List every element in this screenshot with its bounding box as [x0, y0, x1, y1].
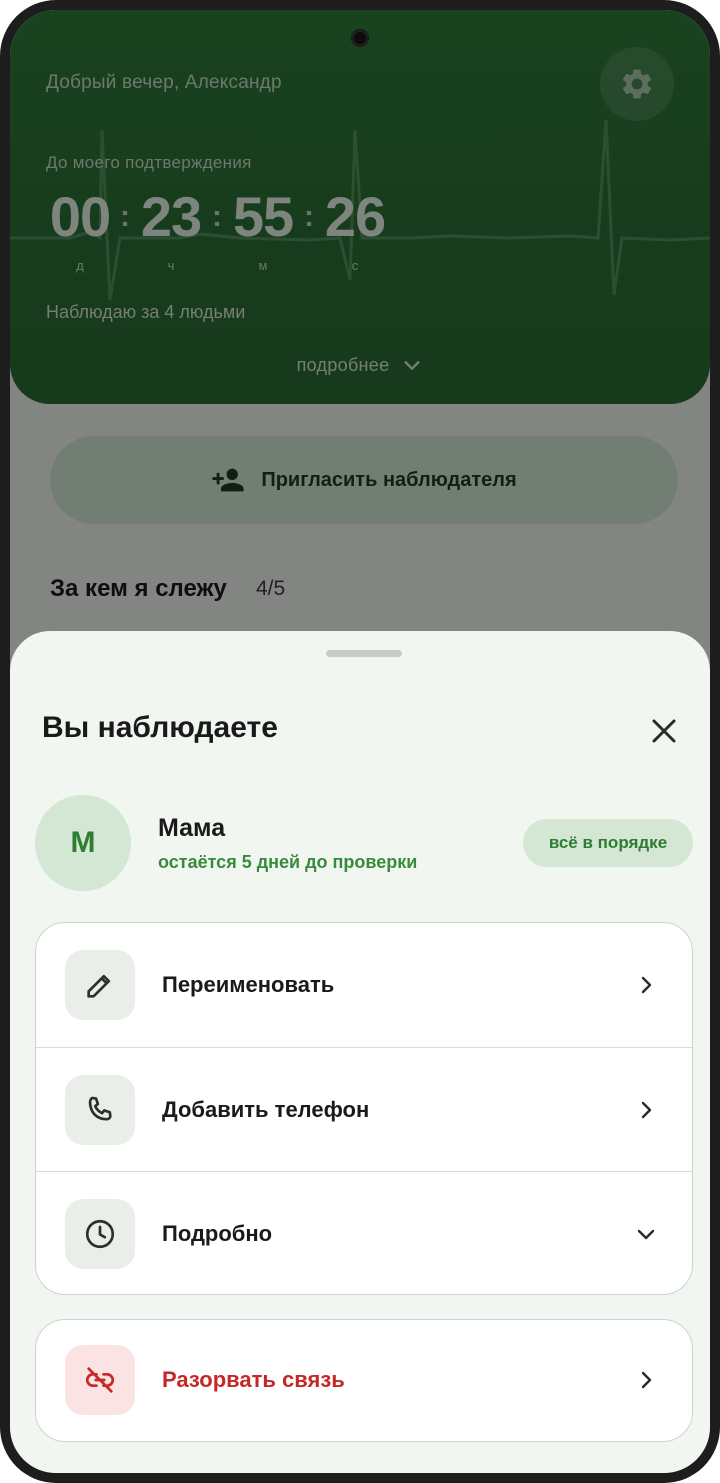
unlink-action[interactable]: Разорвать связь — [36, 1320, 692, 1440]
avatar: М — [35, 795, 131, 891]
sheet-title: Вы наблюдаете — [42, 711, 278, 744]
check-countdown-text: остаётся 5 дней до проверки — [158, 852, 418, 872]
front-camera — [351, 29, 369, 47]
bottom-sheet: Вы наблюдаете М Мама остаётся 5 дней до … — [10, 631, 710, 1473]
chevron-right-icon — [641, 1101, 652, 1118]
phone-icon — [88, 1096, 112, 1121]
add-phone-icon-tile — [65, 1074, 135, 1145]
person-name: Мама — [158, 814, 226, 842]
chevron-right-icon — [641, 1371, 652, 1389]
rename-icon-tile — [65, 950, 135, 1020]
status-badge-label: всё в порядке — [548, 833, 668, 852]
add-phone-action[interactable]: Добавить телефон — [36, 1047, 692, 1171]
close-button[interactable] — [644, 711, 684, 751]
close-icon — [652, 719, 676, 743]
rename-label: Переименовать — [162, 972, 335, 997]
pencil-icon — [87, 974, 111, 998]
unlink-label: Разорвать связь — [162, 1367, 345, 1392]
rename-action[interactable]: Переименовать — [36, 923, 692, 1047]
details-action[interactable]: Подробно — [36, 1171, 692, 1294]
avatar-initial: М — [70, 826, 96, 859]
chevron-down-icon — [637, 1229, 655, 1239]
actions-card: Переименовать Добавить телефон Подробно — [35, 922, 693, 1295]
status-badge: всё в порядке — [523, 819, 693, 867]
clock-icon — [85, 1219, 115, 1248]
chevron-right-icon — [641, 976, 652, 994]
details-label: Подробно — [162, 1220, 273, 1246]
add-phone-label: Добавить телефон — [162, 1096, 370, 1122]
link-off-icon — [85, 1367, 115, 1393]
danger-card: Разорвать связь — [35, 1319, 693, 1442]
sheet-drag-handle[interactable] — [326, 650, 402, 657]
unlink-icon-tile — [65, 1345, 135, 1415]
screen: Добрый вечер, Александр До моего подтвер… — [10, 10, 710, 1473]
device-frame: Добрый вечер, Александр До моего подтвер… — [0, 0, 720, 1483]
details-icon-tile — [65, 1198, 135, 1269]
